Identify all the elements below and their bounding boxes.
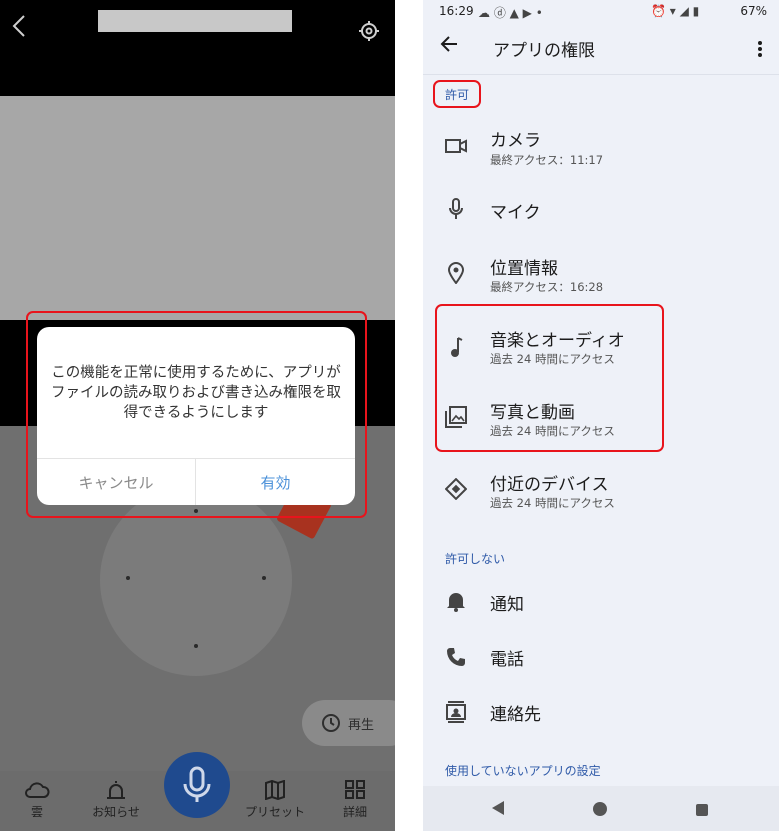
gear-icon[interactable] (358, 20, 380, 42)
item-title: 通知 (490, 595, 524, 615)
nav-label: お知らせ (92, 805, 140, 819)
dial-dot-right (262, 576, 266, 580)
bell-icon (443, 588, 469, 614)
nav-home-icon[interactable] (592, 801, 608, 821)
redacted-title (98, 10, 292, 32)
section-unused-app-settings[interactable]: 使用していないアプリの設定 (445, 762, 601, 779)
talk-mic-button[interactable] (164, 752, 230, 818)
alarm-light-icon (107, 781, 125, 799)
mic-icon (443, 196, 469, 222)
item-subtitle: 最終アクセス：11:17 (490, 153, 604, 167)
item-title: 位置情報 (490, 259, 558, 279)
item-subtitle: 過去 24 時間にアクセス (490, 496, 615, 510)
nav-label: 詳細 (342, 805, 367, 819)
camera-icon (443, 133, 469, 159)
item-title: カメラ (490, 131, 541, 151)
permission-item-notifications[interactable] (423, 578, 779, 626)
status-time: 16:29 (439, 4, 474, 18)
back-chevron-icon[interactable] (10, 14, 30, 38)
phone-icon (443, 644, 469, 670)
dial-dot-bottom (194, 644, 198, 648)
section-denied: 許可しない (445, 552, 506, 566)
cloud-icon (25, 782, 50, 798)
nearby-icon (443, 476, 469, 502)
highlight-media-permissions (435, 304, 664, 452)
app-permissions-screen: 16:29 ☁ ⓓ ▲ ▶ • ⏰ ▾ ◢ ▮ 67% アプリの権限 許可 カメ… (423, 0, 779, 831)
item-title: 連絡先 (490, 705, 541, 725)
permission-item-phone[interactable] (423, 634, 779, 682)
status-system-icons: ⏰ ▾ ◢ ▮ (651, 4, 700, 18)
grid-icon (345, 780, 365, 799)
item-subtitle: 最終アクセス：16:28 (490, 280, 604, 294)
status-battery: 67% (740, 4, 767, 18)
dial-dot-left (126, 576, 130, 580)
permission-item-mic[interactable] (423, 186, 779, 234)
nav-notice[interactable]: お知らせ (81, 780, 151, 820)
nav-label: プリセット (244, 805, 305, 819)
replay-icon (320, 712, 342, 734)
replay-label: 再生 (348, 718, 375, 733)
item-title: 電話 (490, 650, 524, 670)
item-title: 付近のデバイス (490, 475, 609, 495)
status-notification-icons: ☁ ⓓ ▲ ▶ • (478, 6, 543, 20)
nav-back-icon[interactable] (491, 800, 505, 820)
contact-icon (443, 699, 469, 725)
highlight-dialog (26, 311, 367, 518)
location-icon (443, 260, 469, 286)
nav-recents-icon[interactable] (695, 802, 709, 821)
item-title: マイク (490, 203, 541, 223)
nav-preset[interactable]: プリセット (240, 779, 310, 820)
camera-preview (0, 96, 395, 320)
map-icon (265, 779, 285, 801)
left-app-screen: 再生 雲 お知らせ プリセット 詳細 この機能を正常に使用するために、アプリがフ… (0, 0, 395, 831)
mic-icon (183, 766, 211, 802)
nav-cloud[interactable]: 雲 (2, 780, 72, 820)
nav-detail[interactable]: 詳細 (320, 780, 390, 820)
more-vert-icon[interactable] (757, 40, 763, 58)
permission-item-contacts[interactable] (423, 688, 779, 736)
page-title: アプリの権限 (493, 41, 595, 61)
appbar-divider (423, 74, 779, 75)
highlight-allowed (433, 80, 481, 108)
back-arrow-icon[interactable] (439, 34, 459, 59)
nav-label: 雲 (30, 805, 43, 819)
